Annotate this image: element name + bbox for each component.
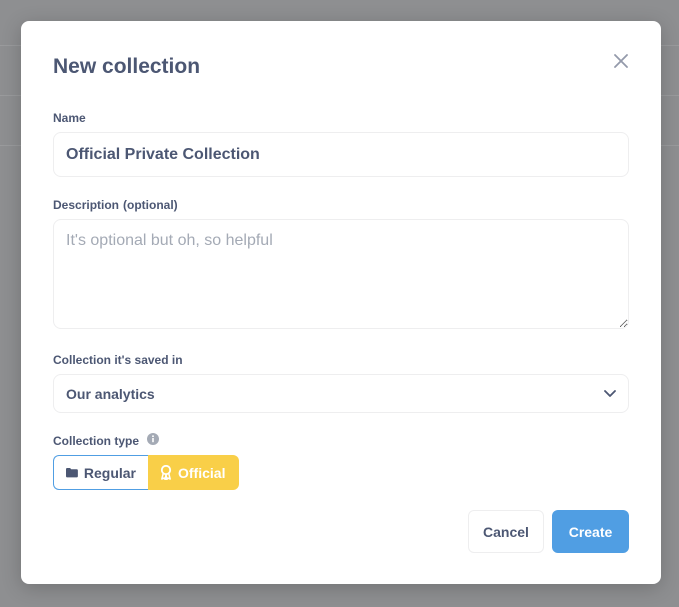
parent-collection-select[interactable]: Our analytics: [53, 374, 629, 413]
collection-type-regular-label: Regular: [83, 464, 136, 481]
parent-collection-label: Collection it's saved in: [53, 353, 183, 367]
close-button[interactable]: [611, 51, 631, 71]
collection-type-toggle: Regular Official: [53, 455, 239, 490]
description-label-text: Description: [53, 198, 120, 212]
badge-icon: [160, 465, 172, 480]
cancel-button[interactable]: Cancel: [468, 510, 544, 553]
folder-icon: [66, 468, 78, 478]
parent-collection-value: Our analytics: [66, 385, 155, 402]
description-input[interactable]: [53, 219, 629, 329]
collection-type-official[interactable]: Official: [148, 455, 239, 490]
name-label: Name: [53, 111, 86, 125]
modal-title: New collection: [53, 55, 201, 78]
chevron-down-icon: [604, 389, 616, 397]
info-icon[interactable]: [147, 433, 159, 445]
collection-type-regular[interactable]: Regular: [53, 455, 148, 490]
optional-tag: (optional): [123, 198, 178, 212]
create-button[interactable]: Create: [552, 510, 629, 553]
close-icon: [614, 54, 628, 68]
new-collection-modal: New collection Name Description(optional…: [21, 21, 661, 584]
collection-type-label: Collection type: [53, 434, 140, 448]
description-label: Description (optional): [53, 198, 178, 212]
collection-type-official-label: Official: [178, 464, 226, 481]
name-input[interactable]: [53, 132, 629, 177]
